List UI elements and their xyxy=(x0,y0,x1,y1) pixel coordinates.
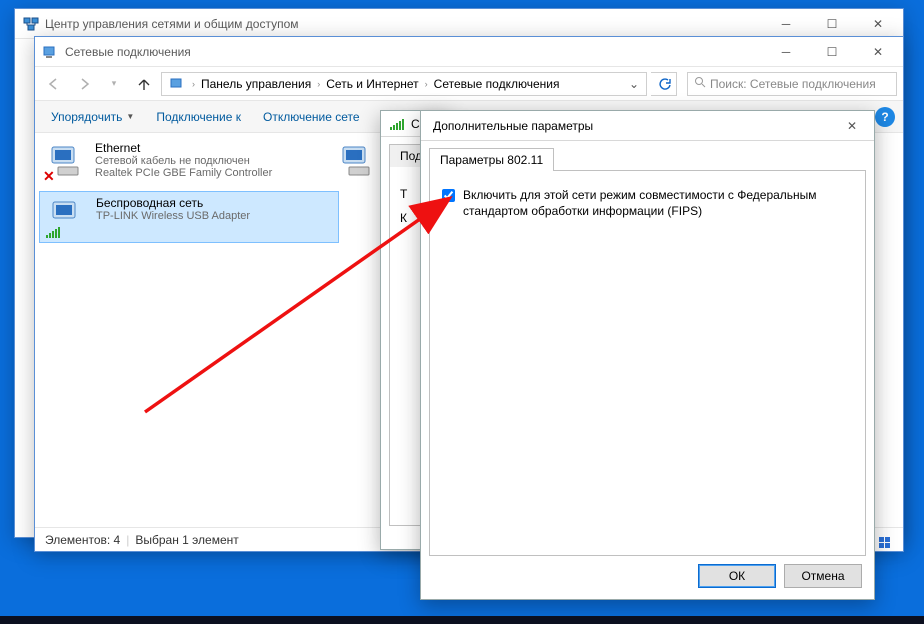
search-input[interactable]: Поиск: Сетевые подключения xyxy=(687,72,897,96)
maximize-button[interactable]: ☐ xyxy=(809,9,855,39)
chevron-right-icon[interactable]: › xyxy=(425,79,428,89)
network-device: TP-LINK Wireless USB Adapter xyxy=(96,210,250,222)
network-item-wireless[interactable]: Беспроводная сеть TP-LINK Wireless USB A… xyxy=(39,191,339,243)
chevron-right-icon[interactable]: › xyxy=(317,79,320,89)
breadcrumb-item[interactable]: Сеть и Интернет xyxy=(322,75,422,93)
refresh-button[interactable] xyxy=(651,72,677,96)
network-center-icon xyxy=(23,16,39,32)
close-button[interactable]: ✕ xyxy=(855,37,901,67)
close-button[interactable]: ✕ xyxy=(855,9,901,39)
signal-bars-icon xyxy=(389,116,405,132)
nav-up-button[interactable] xyxy=(131,71,157,97)
window-title: Сетевые подключения xyxy=(65,45,763,59)
dialog-buttons: ОК Отмена xyxy=(421,564,874,600)
chevron-right-icon[interactable]: › xyxy=(192,79,195,89)
network-connections-icon xyxy=(43,44,59,60)
ethernet-icon: ✕ xyxy=(45,141,87,183)
search-placeholder: Поиск: Сетевые подключения xyxy=(710,77,876,91)
chevron-down-icon: ▼ xyxy=(126,112,134,121)
network-item-ethernet[interactable]: ✕ Ethernet Сетевой кабель не подключен R… xyxy=(39,137,339,187)
maximize-button[interactable]: ☐ xyxy=(809,37,855,67)
ok-button[interactable]: ОК xyxy=(698,564,776,588)
toolbar-connect-to[interactable]: Подключение к xyxy=(148,106,249,128)
tab-80211-params[interactable]: Параметры 802.11 xyxy=(429,148,554,171)
breadcrumb-dropdown[interactable]: ⌄ xyxy=(626,77,642,91)
breadcrumb-item[interactable]: Сетевые подключения xyxy=(430,75,564,93)
breadcrumb-item[interactable]: Панель управления xyxy=(197,75,315,93)
toolbar-disable[interactable]: Отключение сете xyxy=(255,106,368,128)
search-icon xyxy=(694,76,706,91)
fips-checkbox-row[interactable]: Включить для этой сети режим совместимос… xyxy=(442,187,853,219)
fips-checkbox-label: Включить для этой сети режим совместимос… xyxy=(463,187,853,219)
minimize-button[interactable]: ─ xyxy=(763,9,809,39)
dialog-advanced-settings: Дополнительные параметры ✕ Параметры 802… xyxy=(420,110,875,600)
large-icons-view-icon[interactable] xyxy=(879,531,893,548)
status-selected-count: Выбран 1 элемент xyxy=(135,533,238,547)
tab-panel: Включить для этой сети режим совместимос… xyxy=(429,170,866,556)
network-name: Ethernet xyxy=(95,141,272,155)
breadcrumb[interactable]: › Панель управления › Сеть и Интернет › … xyxy=(161,72,647,96)
titlebar: Дополнительные параметры ✕ xyxy=(421,111,874,141)
network-status: Сетевой кабель не подключен xyxy=(95,155,272,167)
network-device: Realtek PCIe GBE Family Controller xyxy=(95,167,272,179)
help-button[interactable]: ? xyxy=(875,107,895,127)
titlebar: Центр управления сетями и общим доступом… xyxy=(15,9,903,39)
ethernet-icon xyxy=(337,141,377,183)
cancel-button[interactable]: Отмена xyxy=(784,564,862,588)
signal-bars-icon xyxy=(46,226,60,238)
window-title: Центр управления сетями и общим доступом xyxy=(45,17,763,31)
status-item-count: Элементов: 4 xyxy=(45,533,120,547)
fips-checkbox[interactable] xyxy=(442,189,455,202)
nav-forward-button[interactable] xyxy=(71,71,97,97)
disconnected-x-icon: ✕ xyxy=(43,168,55,185)
breadcrumb-root-icon[interactable] xyxy=(166,75,190,93)
close-button[interactable]: ✕ xyxy=(832,111,872,141)
dialog-title: Дополнительные параметры xyxy=(429,119,832,133)
nav-back-button[interactable] xyxy=(41,71,67,97)
taskbar[interactable] xyxy=(0,616,924,624)
titlebar: Сетевые подключения ─ ☐ ✕ xyxy=(35,37,903,67)
network-name: Беспроводная сеть xyxy=(96,196,250,210)
toolbar-organize[interactable]: Упорядочить▼ xyxy=(43,106,142,128)
nav-recent-button[interactable]: ▾ xyxy=(101,71,127,97)
navigation-bar: ▾ › Панель управления › Сеть и Интернет … xyxy=(35,67,903,101)
minimize-button[interactable]: ─ xyxy=(763,37,809,67)
tab-strip: Параметры 802.11 xyxy=(421,141,874,170)
wifi-adapter-icon xyxy=(46,196,88,238)
